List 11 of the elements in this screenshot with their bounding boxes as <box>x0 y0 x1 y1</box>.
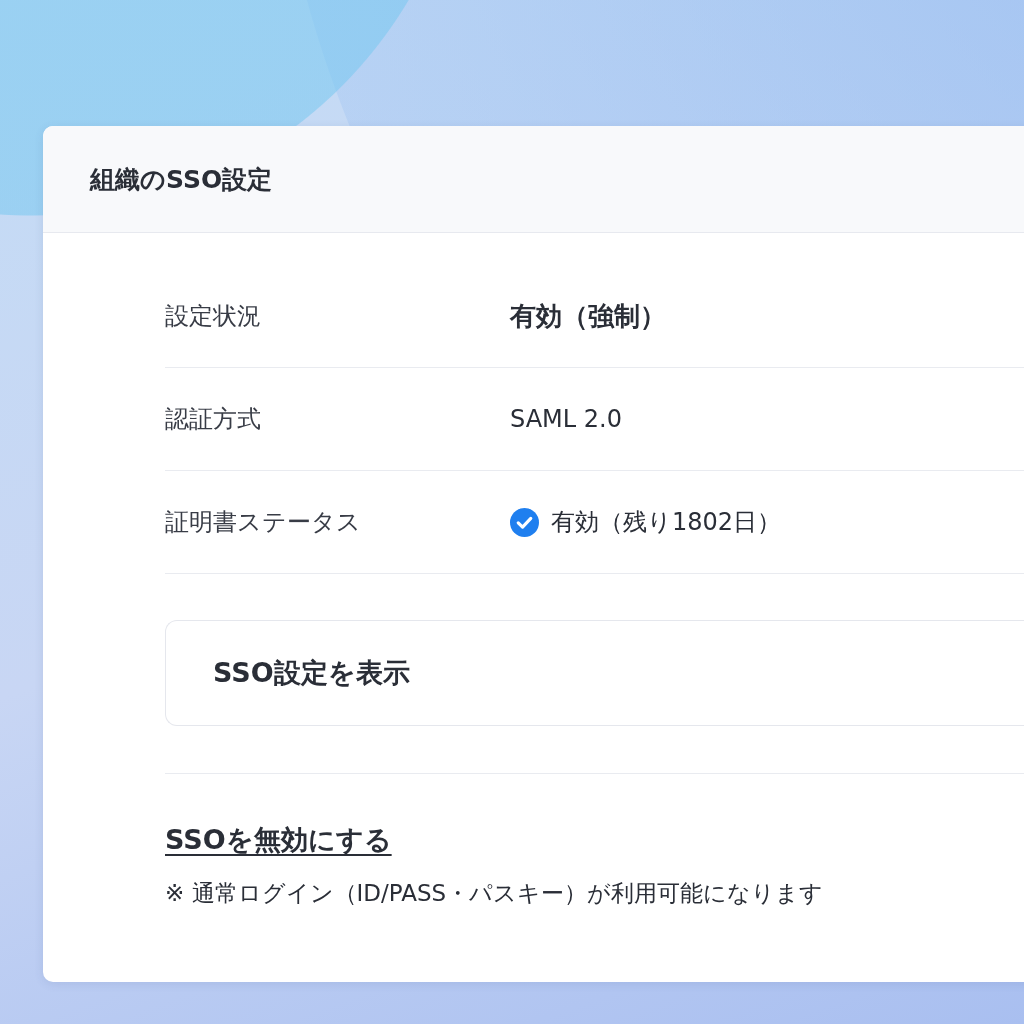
field-value: 有効（強制） <box>510 300 667 333</box>
field-label: 設定状況 <box>165 301 262 332</box>
note-text: ※ 通常ログイン（ID/PASS・パスキー）が利用可能になります <box>165 879 825 908</box>
field-label: 認証方式 <box>165 404 262 435</box>
field-value: SAML 2.0 <box>510 404 623 435</box>
disable-sso-link[interactable]: SSOを無効にする <box>165 824 392 855</box>
card-title: 組織のSSO設定 <box>90 163 273 196</box>
check-circle-icon <box>510 507 539 537</box>
field-label: 証明書ステータス <box>165 507 362 538</box>
field-value: 有効（残り1802日） <box>551 507 782 538</box>
show-settings-button[interactable]: SSO設定を表示 <box>165 620 1024 726</box>
